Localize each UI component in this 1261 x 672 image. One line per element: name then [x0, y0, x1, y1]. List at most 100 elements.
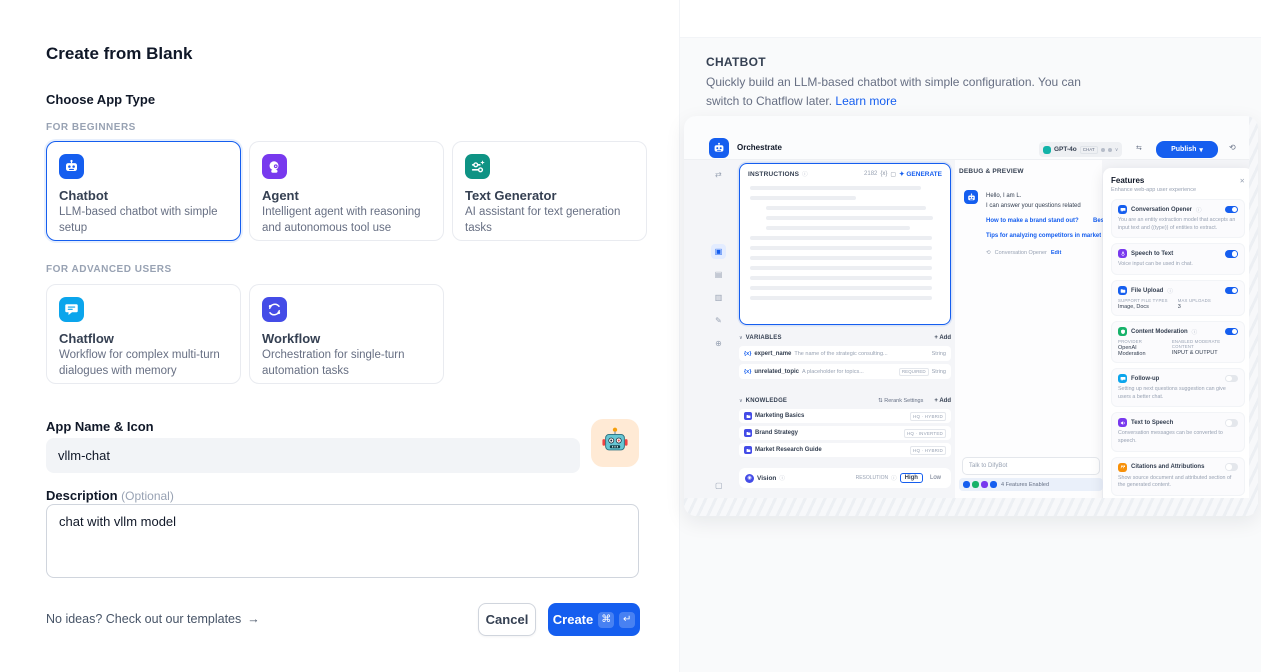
history-icon: ⟲: [1229, 143, 1236, 152]
model-selector: GPT-4o CHAT ∨: [1039, 142, 1122, 157]
sparkle-icon: ✦: [899, 171, 904, 178]
feature-description: Show source document and attributed sect…: [1118, 475, 1238, 490]
feature-toggle: [1225, 419, 1238, 427]
instructions-title: INSTRUCTIONS: [748, 171, 799, 178]
preview-canvas: Orchestrate GPT-4o CHAT ∨ ⇆ Publish ▾ ⟲ …: [684, 116, 1249, 498]
description-optional-text: (Optional): [121, 489, 174, 503]
feature-toggle: [1225, 287, 1238, 295]
shield-icon: [1118, 327, 1127, 336]
knowledge-row: Marketing Basics HQ · HYBRID: [739, 409, 951, 423]
temperature-icon: [1101, 148, 1105, 152]
card-title: Text Generator: [465, 188, 634, 203]
app-type-card-text-generator[interactable]: Text Generator AI assistant for text gen…: [452, 141, 647, 241]
dataset-name: Marketing Basics: [755, 413, 804, 419]
opener-icon: ⟲: [986, 250, 991, 256]
model-name: GPT-4o: [1054, 146, 1077, 153]
variables-title: VARIABLES: [746, 335, 782, 341]
beginners-group-label: FOR BEGINNERS: [46, 122, 136, 133]
meta-value: INPUT & OUTPUT: [1172, 350, 1238, 356]
knowledge-row: Market Research Guide HQ · HYBRID: [739, 443, 951, 457]
opener-label: Conversation Opener: [995, 250, 1047, 256]
cancel-button[interactable]: Cancel: [478, 603, 536, 636]
learn-more-link[interactable]: Learn more: [835, 94, 896, 108]
variable-icon: {x}: [880, 171, 887, 177]
rerank-label: Rerank Settings: [884, 398, 923, 404]
meta-key: MAX UPLOADS: [1178, 298, 1211, 303]
info-icon: ⓘ: [1167, 287, 1173, 295]
browse-templates-link[interactable]: No ideas? Check out our templates →: [46, 612, 260, 626]
vision-row: ◉ Vision ⓘ RESOLUTION ⓘ High Low: [739, 468, 951, 488]
app-icon-picker[interactable]: [591, 419, 639, 467]
settings-icon: [1108, 148, 1112, 152]
variable-name: unrelated_topic: [754, 369, 799, 375]
instructions-skeleton-text: [740, 182, 950, 310]
app-name-label: App Name & Icon: [46, 419, 154, 434]
chat-bubble-icon: [1118, 374, 1127, 383]
description-label-text: Description: [46, 488, 118, 503]
right-top-band: [680, 0, 1261, 38]
app-name-input[interactable]: [46, 438, 580, 473]
knowledge-header: ∨ KNOWLEDGE ⇅ Rerank Settings + Add: [739, 395, 951, 407]
chevron-down-icon: ∨: [1115, 147, 1119, 153]
generate-label: GENERATE: [906, 171, 942, 178]
document-tool-icon: ▥: [711, 290, 726, 305]
notes-tool-icon: ✎: [711, 313, 726, 328]
card-description: LLM-based chatbot with simple setup: [59, 205, 228, 236]
app-type-card-chatflow[interactable]: Chatflow Workflow for complex multi-turn…: [46, 284, 241, 384]
feature-card-conversation-opener: Conversation Opener ⓘ You are an entity …: [1111, 199, 1245, 238]
knowledge-title: KNOWLEDGE: [746, 398, 787, 404]
model-mode-badge: CHAT: [1080, 146, 1098, 154]
dataset-name: Market Research Guide: [755, 447, 822, 453]
text-generator-icon: [465, 154, 490, 179]
enter-key-icon: ↵: [619, 612, 635, 628]
variable-description: The name of the strategic consulting...: [794, 351, 928, 357]
required-badge: REQUIRED: [899, 368, 929, 376]
card-title: Chatflow: [59, 331, 228, 346]
resolution-high-button: High: [900, 473, 923, 483]
feature-name: Follow-up: [1131, 376, 1159, 382]
moderation-feature-icon: [972, 481, 979, 488]
bot-avatar: [964, 190, 978, 204]
retrieval-badge: HQ · INVERTED: [904, 429, 946, 438]
page-title: Create from Blank: [46, 44, 192, 64]
robot-emoji-icon: [600, 426, 630, 461]
create-button[interactable]: Create ⌘ ↵: [548, 603, 640, 636]
chevron-down-icon: ∨: [739, 398, 743, 404]
app-type-card-agent[interactable]: Agent Intelligent agent with reasoning a…: [249, 141, 444, 241]
debug-preview-title: DEBUG & PREVIEW: [959, 168, 1024, 175]
feature-toggle: [1225, 206, 1238, 214]
feature-toggle: [1225, 375, 1238, 383]
feature-description: Voice input can be used in chat.: [1118, 261, 1238, 269]
feature-description: You are an entity extraction model that …: [1118, 217, 1238, 232]
variable-icon: {x}: [744, 369, 751, 375]
features-header: Features ✕: [1111, 176, 1245, 185]
model-provider-icon: [1043, 146, 1051, 154]
cmd-key-icon: ⌘: [598, 612, 614, 628]
greeting-line: Hello, I am L.: [986, 192, 1104, 202]
info-icon: ⓘ: [779, 474, 785, 482]
info-icon: ⓘ: [1196, 206, 1202, 214]
knowledge-row: Brand Strategy HQ · INVERTED: [739, 426, 951, 440]
image-tool-icon: ▤: [711, 267, 726, 282]
feature-name: Speech to Text: [1131, 251, 1173, 257]
speech-feature-icon: [981, 481, 988, 488]
resolution-label: RESOLUTION: [856, 475, 889, 481]
variable-description: A placeholder for topics...: [802, 369, 896, 375]
quote-icon: [1118, 463, 1127, 472]
preview-description: Quickly build an LLM-based chatbot with …: [706, 73, 1106, 110]
variables-header: ∨ VARIABLES + Add: [739, 332, 951, 344]
web-tool-icon: ⊕: [711, 336, 726, 351]
description-label: Description (Optional): [46, 488, 174, 503]
app-type-card-workflow[interactable]: Workflow Orchestration for single-turn a…: [249, 284, 444, 384]
enabled-features-bar: 4 Features Enabled: [959, 478, 1103, 491]
chatflow-icon: [59, 297, 84, 322]
dataset-name: Brand Strategy: [755, 430, 798, 436]
feature-toggle: [1225, 328, 1238, 336]
feature-name: File Upload: [1131, 288, 1163, 294]
upload-feature-icon: [990, 481, 997, 488]
features-subtitle: Enhance web-app user experience: [1111, 187, 1245, 193]
dataset-icon: [744, 446, 752, 454]
feature-description: Setting up next questions suggestion can…: [1118, 386, 1238, 401]
description-textarea[interactable]: chat with vllm model: [46, 504, 639, 578]
app-type-card-chatbot[interactable]: Chatbot LLM-based chatbot with simple se…: [46, 141, 241, 241]
